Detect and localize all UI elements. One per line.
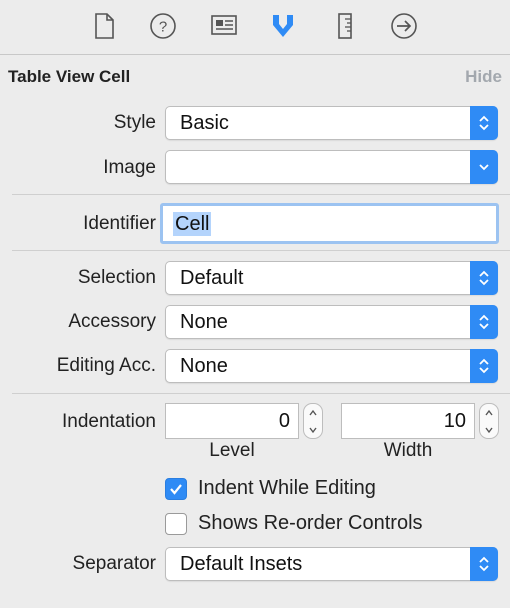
indentation-width-field[interactable]: 10: [341, 403, 475, 439]
up-down-chevron-icon: [470, 305, 498, 339]
up-down-chevron-icon: [470, 547, 498, 581]
indentation-level-caption: Level: [209, 440, 255, 461]
up-down-chevron-icon: [470, 261, 498, 295]
indentation-width-caption: Width: [383, 440, 433, 461]
selection-value: Default: [180, 267, 244, 289]
identifier-field[interactable]: Cell: [160, 203, 499, 244]
style-label: Style: [113, 112, 156, 133]
image-combo[interactable]: [165, 150, 498, 184]
file-inspector-icon[interactable]: [89, 11, 119, 41]
hide-link[interactable]: Hide: [465, 67, 502, 87]
editing-accessory-popup[interactable]: None: [165, 349, 498, 383]
accessory-value: None: [180, 311, 228, 333]
stepper-down-icon[interactable]: [308, 426, 318, 434]
up-down-chevron-icon: [470, 349, 498, 383]
accessory-popup[interactable]: None: [165, 305, 498, 339]
indent-while-editing-checkbox[interactable]: [165, 478, 187, 500]
shows-reorder-label[interactable]: Shows Re-order Controls: [198, 512, 423, 535]
style-popup[interactable]: Basic: [165, 106, 498, 140]
section-title: Table View Cell: [8, 67, 131, 86]
accessory-label: Accessory: [68, 311, 156, 332]
indentation-width-value: 10: [443, 410, 466, 432]
indentation-level-value: 0: [278, 410, 290, 432]
connections-inspector-icon[interactable]: [389, 11, 419, 41]
chevron-down-icon[interactable]: [470, 150, 498, 184]
identifier-value: Cell: [173, 212, 212, 236]
separator-popup[interactable]: Default Insets: [165, 547, 498, 581]
stepper-up-icon[interactable]: [484, 409, 494, 417]
attributes-inspector-icon[interactable]: [268, 11, 298, 41]
indentation-level-field[interactable]: 0: [165, 403, 299, 439]
indentation-width-stepper[interactable]: [479, 403, 499, 439]
style-value: Basic: [180, 112, 229, 134]
size-inspector-icon[interactable]: [330, 11, 360, 41]
divider: [12, 250, 510, 251]
stepper-down-icon[interactable]: [484, 426, 494, 434]
separator-label: Separator: [72, 553, 156, 574]
selection-label: Selection: [77, 267, 156, 288]
divider: [12, 194, 510, 195]
checkmark-icon: [170, 484, 182, 495]
shows-reorder-checkbox[interactable]: [165, 513, 187, 535]
image-label: Image: [103, 157, 156, 178]
indentation-level-stepper[interactable]: [303, 403, 323, 439]
inspector-toolbar: ?: [0, 0, 510, 55]
identifier-label: Identifier: [83, 213, 156, 234]
selection-popup[interactable]: Default: [165, 261, 498, 295]
divider: [12, 393, 510, 394]
separator-value: Default Insets: [180, 553, 303, 575]
indentation-label: Indentation: [61, 411, 156, 432]
editing-accessory-label: Editing Acc.: [56, 355, 156, 376]
quick-help-icon[interactable]: ?: [148, 11, 178, 41]
up-down-chevron-icon: [470, 106, 498, 140]
svg-text:?: ?: [159, 19, 167, 36]
editing-accessory-value: None: [180, 355, 228, 377]
indent-while-editing-label[interactable]: Indent While Editing: [198, 477, 376, 500]
identity-inspector-icon[interactable]: [209, 11, 239, 41]
stepper-up-icon[interactable]: [308, 409, 318, 417]
